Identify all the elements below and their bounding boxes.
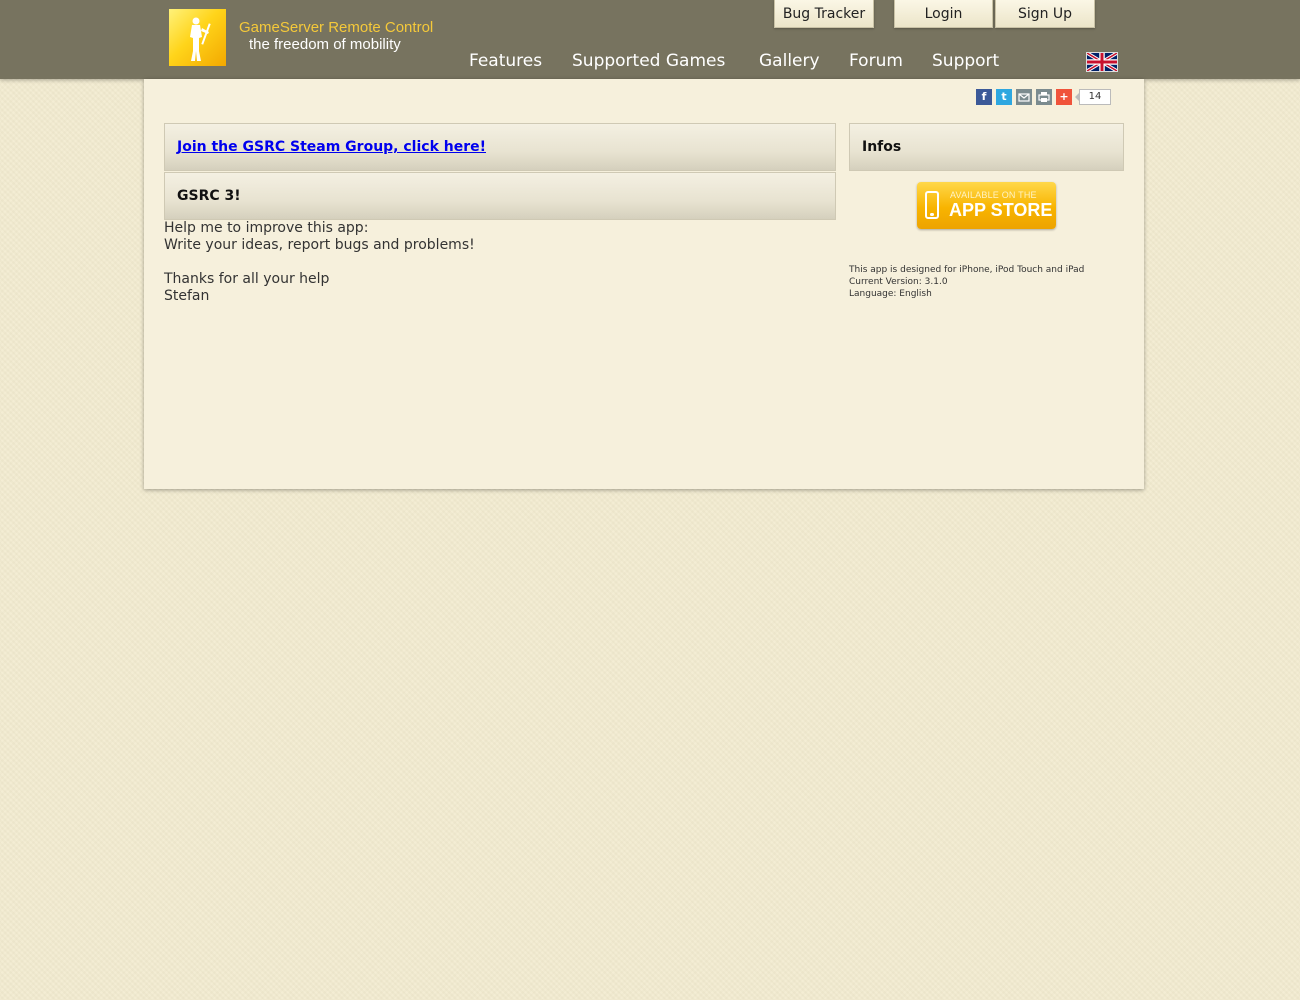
twitter-icon[interactable]: t (996, 89, 1012, 105)
appstore-small-text: AVAILABLE ON THE (950, 190, 1037, 200)
body-line (164, 254, 475, 271)
signup-button[interactable]: Sign Up (995, 0, 1095, 28)
logo[interactable] (169, 9, 226, 66)
app-info-line: This app is designed for iPhone, iPod To… (849, 265, 1085, 275)
nav-supported-games[interactable]: Supported Games (572, 49, 725, 73)
infos-title: Infos (849, 123, 1124, 171)
body-line: Thanks for all your help (164, 271, 330, 287)
nav-gallery[interactable]: Gallery (759, 49, 820, 73)
site-header: GameServer Remote Control the freedom of… (144, 0, 1144, 79)
appstore-big-text: APP STORE (949, 200, 1053, 220)
soldier-silhouette-icon (190, 17, 211, 61)
main-content: f t + 14 Join the GSRC Steam Group, clic… (144, 79, 1144, 489)
body-text: Help me to improve this app: Write your … (164, 220, 475, 305)
nav-forum[interactable]: Forum (849, 49, 903, 73)
body-line: Help me to improve this app: (164, 220, 369, 236)
body-line: Write your ideas, report bugs and proble… (164, 237, 475, 253)
email-icon[interactable] (1016, 89, 1032, 105)
nav-features[interactable]: Features (469, 49, 542, 73)
share-count: 14 (1075, 89, 1111, 105)
app-info-line: Current Version: 3.1.0 (849, 277, 948, 287)
print-icon[interactable] (1036, 89, 1052, 105)
brand-subtitle: the freedom of mobility (249, 36, 401, 53)
plus-icon[interactable]: + (1056, 89, 1072, 105)
bug-tracker-button[interactable]: Bug Tracker (774, 0, 874, 28)
login-button[interactable]: Login (894, 0, 993, 28)
app-info-line: Language: English (849, 289, 932, 299)
nav-support[interactable]: Support (932, 49, 999, 73)
app-info: This app is designed for iPhone, iPod To… (849, 264, 1084, 300)
brand-title: GameServer Remote Control (239, 19, 434, 36)
steam-group-header: Join the GSRC Steam Group, click here! (164, 123, 836, 171)
section-title: GSRC 3! (164, 172, 836, 220)
steam-group-link[interactable]: Join the GSRC Steam Group, click here! (177, 139, 486, 155)
app-store-button[interactable]: AVAILABLE ON THE APP STORE (917, 182, 1056, 229)
facebook-icon[interactable]: f (976, 89, 992, 105)
body-line: Stefan (164, 288, 210, 304)
phone-icon (925, 191, 939, 219)
page-wrapper: GameServer Remote Control the freedom of… (144, 0, 1144, 489)
uk-flag-icon[interactable] (1086, 52, 1118, 72)
